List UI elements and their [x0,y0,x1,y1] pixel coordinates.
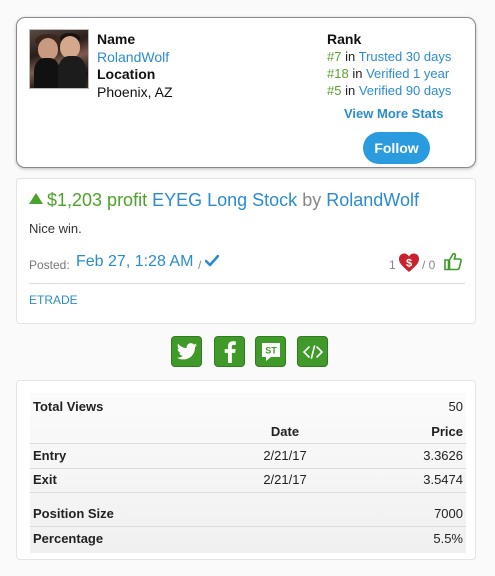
rank-category-link[interactable]: Verified 90 days [359,83,452,98]
view-more-stats-link[interactable]: View More Stats [344,106,443,121]
divider [29,283,465,284]
username-link[interactable]: RolandWolf [97,49,169,65]
exit-label: Exit [33,472,57,487]
exit-row: Exit 2/21/17 3.5474 [30,468,466,492]
thumbs-up-icon[interactable] [444,252,462,271]
rank-row-verified-90[interactable]: #5 in Verified 90 days [327,83,451,98]
avatar[interactable] [29,29,89,89]
rank-in: in [352,66,363,81]
facebook-share-button[interactable] [214,336,245,367]
rank-number: #18 [327,66,349,81]
twitter-icon [176,342,197,359]
rank-row-verified-1y[interactable]: #18 in Verified 1 year [327,66,449,81]
svg-text:$: $ [406,258,412,270]
percentage-row: Percentage 5.5% [30,527,466,551]
stocktwits-share-button[interactable]: ST [255,336,286,367]
twitter-share-button[interactable] [171,336,202,367]
author-link[interactable]: RolandWolf [326,190,419,210]
dislike-count: 1 [389,258,396,272]
percentage-label: Percentage [33,531,104,546]
entry-label: Entry [33,448,67,463]
posted-date-link[interactable]: Feb 27, 1:28 AM [76,253,193,271]
name-label: Name [97,31,136,47]
location-label: Location [97,66,156,82]
total-views-row: Total Views 50 [30,395,466,419]
row-divider [30,492,466,493]
date-column-header: Date [270,424,300,439]
position-size-value: 7000 [434,506,463,521]
total-views-label: Total Views [33,399,104,414]
position-size-label: Position Size [33,506,114,521]
ticker-link[interactable]: EYEG Long Stock [152,190,297,210]
rank-in: in [345,49,356,64]
rank-number: #5 [327,83,342,98]
posted-label: Posted: [29,258,70,272]
rank-in: in [345,83,356,98]
dislike-dollar-icon[interactable]: $ [398,252,420,274]
table-header-row: Date Price [30,420,466,444]
location-value: Phoenix, AZ [97,84,173,100]
price-column-header: Price [431,424,463,439]
rank-label: Rank [327,31,362,47]
separator-slash: / [198,258,202,272]
by-text: by [302,190,322,210]
trade-comment: Nice win. [29,221,82,236]
rank-number: #7 [327,49,342,64]
rank-category-link[interactable]: Trusted 30 days [359,49,452,64]
profit-amount: $1,203 profit [47,190,148,210]
exit-date: 2/21/17 [263,472,307,487]
trade-headline: $1,203 profit EYEG Long Stock by RolandW… [29,190,419,211]
stats-card: Total Views 50 Date Price Entry 2/21/17 … [16,380,476,560]
svg-text:ST: ST [265,345,277,355]
total-views-value: 50 [448,399,463,414]
profile-card: Name RolandWolf Location Phoenix, AZ Ran… [16,17,476,168]
embed-code-icon [302,344,323,359]
up-arrow-icon [29,193,43,204]
follow-button[interactable]: Follow [363,132,430,164]
stocktwits-icon: ST [261,342,280,361]
trade-card: $1,203 profit EYEG Long Stock by RolandW… [16,178,476,324]
rank-category-link[interactable]: Verified 1 year [366,66,449,81]
broker-link[interactable]: ETRADE [29,293,78,307]
verified-check-icon [205,255,219,267]
embed-share-button[interactable] [297,336,328,367]
facebook-icon [224,340,236,363]
percentage-value: 5.5% [433,531,463,546]
rank-row-trusted-30[interactable]: #7 in Trusted 30 days [327,49,451,64]
entry-price: 3.3626 [423,448,463,463]
exit-price: 3.5474 [423,472,463,487]
position-size-row: Position Size 7000 [30,502,466,526]
entry-row: Entry 2/21/17 3.3626 [30,444,466,468]
like-count: / 0 [422,258,436,272]
stats-table: Total Views 50 Date Price Entry 2/21/17 … [30,393,466,553]
entry-date: 2/21/17 [263,448,307,463]
